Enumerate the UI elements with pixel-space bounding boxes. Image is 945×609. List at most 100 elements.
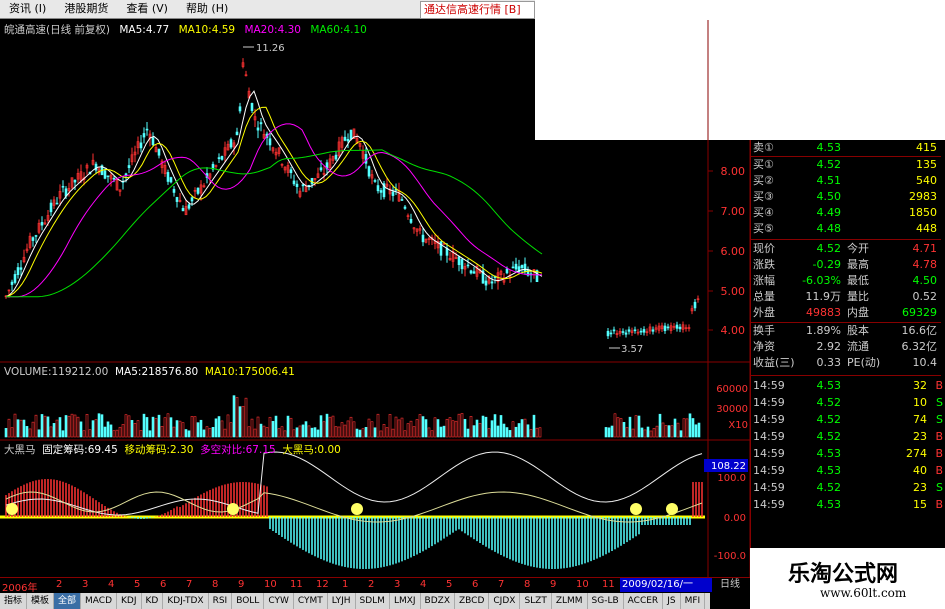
volume-bar	[358, 429, 362, 438]
quote-label: 现价	[753, 242, 775, 255]
tab-kdj[interactable]: KDJ	[117, 593, 142, 609]
tab-模板[interactable]: 模板	[27, 593, 55, 609]
candle-body	[301, 184, 305, 187]
ma20-value: MA20:4.30	[244, 24, 301, 36]
volume-bar	[409, 420, 413, 438]
volume-bar	[472, 425, 476, 438]
volume-bar	[139, 430, 143, 438]
quote-value-2: 540	[916, 174, 937, 187]
volume-bar	[400, 417, 404, 438]
volume-bar	[211, 427, 215, 438]
tab-zbcd[interactable]: ZBCD	[455, 593, 490, 609]
stock-name: 皖通高速(日线 前复权)	[4, 24, 111, 36]
candle-body	[373, 180, 377, 182]
volume-bar	[157, 414, 161, 438]
candle-body	[457, 256, 461, 266]
tab-cymt[interactable]: CYMT	[294, 593, 328, 609]
osc-header: 大黑马 固定筹码:69.45 移动筹码:2.30 多空对比:67.15 大黑马:…	[4, 442, 341, 457]
candle-body	[142, 133, 146, 138]
timeline-month: 4	[420, 579, 427, 590]
quote-value-2: 4.71	[912, 242, 938, 255]
volume-bar	[307, 425, 311, 438]
candle-body	[172, 188, 176, 193]
quote-value-2: 1850	[909, 206, 937, 219]
volume-bar	[346, 420, 350, 438]
candle-body	[55, 202, 59, 205]
volume-bar	[202, 429, 206, 438]
volume-bar	[283, 430, 287, 438]
volume-bar	[616, 417, 620, 438]
smiley-icon	[227, 503, 239, 515]
tab-kd[interactable]: KD	[142, 593, 164, 609]
tab-zlmm[interactable]: ZLMM	[552, 593, 588, 609]
tab-kdj-tdx[interactable]: KDJ-TDX	[163, 593, 209, 609]
tick-row: 14:59 4.53 274 B	[751, 446, 943, 461]
volume-bar	[445, 418, 449, 438]
candle-body	[190, 197, 194, 202]
divider	[751, 375, 941, 376]
tab-mfi[interactable]: MFI	[681, 593, 706, 609]
candle-body	[346, 139, 350, 142]
quote-value: 4.52	[816, 413, 842, 426]
timeline-year: 2006年	[2, 583, 38, 594]
volume-bar	[175, 420, 179, 438]
volume-bar	[316, 429, 320, 438]
candle-body	[609, 332, 613, 335]
period-label[interactable]: 日线	[710, 577, 750, 593]
volume-bar	[442, 425, 446, 438]
volume-bar	[154, 418, 158, 438]
volume-bar	[451, 420, 455, 438]
volume-bar	[697, 422, 701, 438]
tab-accer[interactable]: ACCER	[624, 593, 664, 609]
quote-value: -0.29	[812, 258, 841, 271]
volume-bar	[259, 423, 263, 438]
tab-lmxj[interactable]: LMXJ	[390, 593, 421, 609]
tab-指标[interactable]: 指标	[0, 593, 28, 609]
volume-bar	[133, 423, 137, 438]
tab-sg-lb[interactable]: SG-LB	[588, 593, 624, 609]
volume-bar	[607, 427, 611, 438]
tab-全部[interactable]: 全部	[54, 593, 82, 609]
tab-cjdx[interactable]: CJDX	[489, 593, 521, 609]
volume-bar	[43, 415, 47, 438]
quote-value: 4.53	[816, 379, 842, 392]
timeline-month: 9	[238, 579, 245, 590]
tab-sdlm[interactable]: SDLM	[356, 593, 390, 609]
volume-axis-label: X10	[728, 420, 748, 431]
quote-label-2: 最高	[847, 258, 869, 271]
candle-body	[642, 329, 646, 333]
quote-value-2: 16.6亿	[901, 324, 938, 337]
volume-bar	[118, 426, 122, 438]
tab-macd[interactable]: MACD	[81, 593, 118, 609]
tab-boll[interactable]: BOLL	[232, 593, 265, 609]
candle-body	[94, 163, 98, 171]
volume-bar	[73, 414, 77, 438]
volume-bar	[88, 429, 92, 438]
tab-lyjh[interactable]: LYJH	[328, 593, 356, 609]
quote-label: 涨跌	[753, 258, 775, 271]
price-axis-label: 6.00	[721, 245, 746, 258]
candle-body	[319, 167, 323, 171]
volume-bar	[22, 419, 26, 438]
quote-value-2: 4.78	[912, 258, 938, 271]
ma10-value: MA10:4.59	[178, 24, 236, 36]
tab-slzt[interactable]: SLZT	[520, 593, 552, 609]
volume-bar	[532, 414, 536, 438]
timeline-month: 3	[394, 579, 401, 590]
tab-rsi[interactable]: RSI	[209, 593, 233, 609]
quote-value: 1.89%	[806, 324, 841, 337]
quote-value-2: 23	[913, 430, 927, 443]
tab-cyw[interactable]: CYW	[264, 593, 294, 609]
volume-bar	[82, 430, 86, 438]
candle-body	[484, 280, 488, 286]
candle-body	[460, 259, 464, 270]
quote-value: 4.51	[816, 174, 842, 187]
tab-js[interactable]: JS	[663, 593, 681, 609]
candle-body	[651, 329, 655, 332]
quote-value: 4.53	[816, 141, 842, 154]
tab-bdzx[interactable]: BDZX	[421, 593, 455, 609]
quote-label: 外盘	[753, 306, 775, 319]
quote-value-2: 10.4	[912, 356, 938, 369]
volume-bar	[277, 428, 281, 438]
volume-bar	[301, 424, 305, 438]
